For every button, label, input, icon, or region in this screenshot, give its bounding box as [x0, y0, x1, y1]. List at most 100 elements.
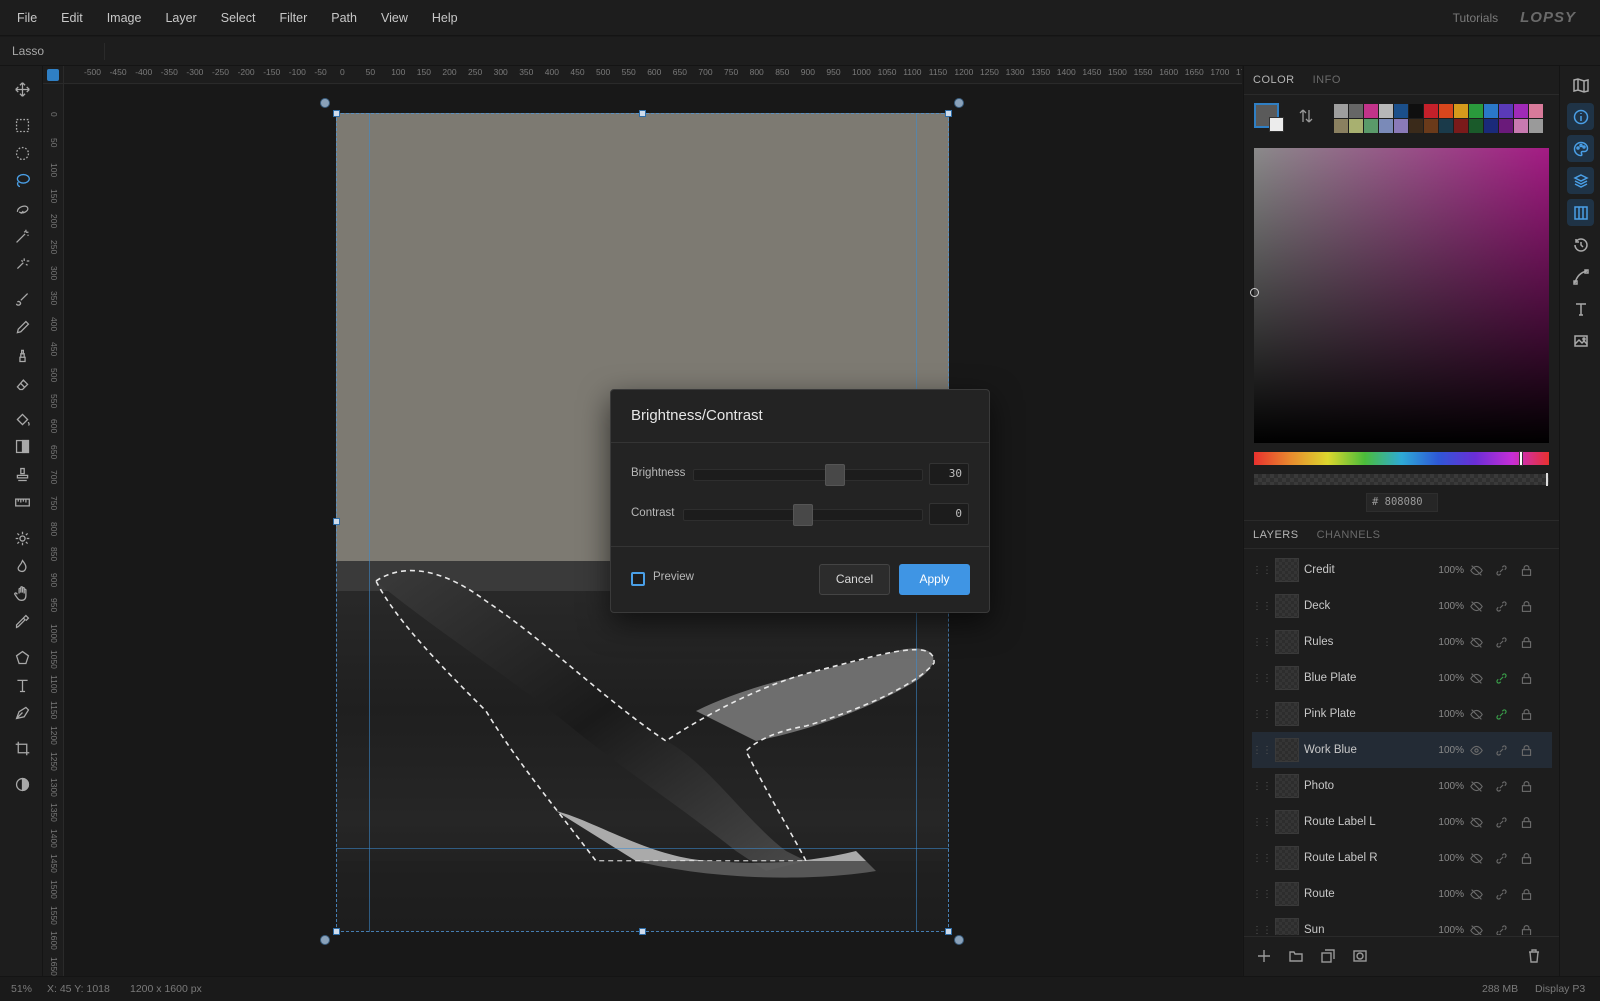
info-icon[interactable]	[1567, 103, 1594, 130]
color-swatch[interactable]	[1529, 119, 1543, 133]
color-swatch[interactable]	[1499, 119, 1513, 133]
layer-name[interactable]: Route Label L	[1304, 816, 1428, 828]
menu-path[interactable]: Path	[319, 0, 369, 36]
color-swatch[interactable]	[1364, 119, 1378, 133]
drag-handle-icon[interactable]: ⋮⋮	[1252, 817, 1272, 828]
map-icon[interactable]	[1567, 71, 1594, 98]
palette-icon[interactable]	[1567, 135, 1594, 162]
layer-row[interactable]: ⋮⋮ Photo 100%	[1252, 768, 1552, 804]
menu-file[interactable]: File	[0, 0, 49, 36]
eye-off-icon[interactable]	[1464, 672, 1489, 685]
layer-row[interactable]: ⋮⋮ Rules 100%	[1252, 624, 1552, 660]
layer-row[interactable]: ⋮⋮ Sun 100%	[1252, 912, 1552, 935]
transform-handle[interactable]	[945, 928, 952, 935]
brightness-slider[interactable]	[693, 464, 923, 486]
layer-row[interactable]: ⋮⋮ Route Label L 100%	[1252, 804, 1552, 840]
shape-icon[interactable]	[8, 644, 36, 670]
lock-icon[interactable]	[1514, 852, 1539, 865]
layer-name[interactable]: Photo	[1304, 780, 1428, 792]
ruler-icon[interactable]	[8, 489, 36, 515]
layer-name[interactable]: Work Blue	[1304, 744, 1428, 756]
clone-icon[interactable]	[8, 342, 36, 368]
color-swatch[interactable]	[1409, 119, 1423, 133]
tab-info[interactable]: INFO	[1304, 66, 1350, 94]
menu-layer[interactable]: Layer	[153, 0, 208, 36]
menu-edit[interactable]: Edit	[49, 0, 95, 36]
color-swatch[interactable]	[1499, 104, 1513, 118]
color-swatch[interactable]	[1484, 104, 1498, 118]
color-swatch[interactable]	[1514, 104, 1528, 118]
ruler-left[interactable]: 0 50 100 150 200 250 300 350 400 450 500 550 600 650 7…	[43, 84, 64, 976]
color-swatch[interactable]	[1424, 119, 1438, 133]
lock-icon[interactable]	[1514, 744, 1539, 757]
layer-name[interactable]: Route	[1304, 888, 1428, 900]
preview-checkbox[interactable]	[631, 572, 645, 586]
contrast-icon[interactable]	[8, 771, 36, 797]
transform-handle[interactable]	[333, 518, 340, 525]
color-picker-cursor[interactable]	[1250, 288, 1259, 297]
eye-off-icon[interactable]	[1464, 636, 1489, 649]
drag-handle-icon[interactable]: ⋮⋮	[1252, 637, 1272, 648]
duplicate-layer-icon[interactable]	[1320, 948, 1338, 966]
layer-opacity[interactable]: 100%	[1428, 925, 1464, 936]
color-swatch[interactable]	[1349, 104, 1363, 118]
color-swatch[interactable]	[1469, 119, 1483, 133]
brightness-slider-thumb[interactable]	[825, 464, 846, 486]
drag-handle-icon[interactable]: ⋮⋮	[1252, 565, 1272, 576]
ruler-top[interactable]: -500 -450 -400 -350 -300 -250 -200 -150 -100 -50 0…	[64, 66, 1242, 84]
menu-select[interactable]: Select	[209, 0, 268, 36]
link-icon[interactable]	[1489, 672, 1514, 685]
rotate-handle[interactable]	[954, 935, 964, 945]
bucket-icon[interactable]	[8, 406, 36, 432]
lock-icon[interactable]	[1514, 888, 1539, 901]
move-icon[interactable]	[8, 76, 36, 102]
crop-icon[interactable]	[8, 735, 36, 761]
pen-icon[interactable]	[8, 699, 36, 725]
color-swatch[interactable]	[1439, 104, 1453, 118]
rect-select-icon[interactable]	[8, 112, 36, 138]
tutorials-link[interactable]: Tutorials	[1453, 11, 1499, 25]
eye-off-icon[interactable]	[1464, 816, 1489, 829]
color-swatch[interactable]	[1394, 104, 1408, 118]
drag-handle-icon[interactable]: ⋮⋮	[1252, 781, 1272, 792]
tab-channels[interactable]: CHANNELS	[1308, 521, 1390, 548]
layer-name[interactable]: Sun	[1304, 924, 1428, 935]
layer-row[interactable]: ⋮⋮ Credit 100%	[1252, 552, 1552, 588]
contrast-slider[interactable]	[683, 504, 923, 526]
layer-row[interactable]: ⋮⋮ Blue Plate 100%	[1252, 660, 1552, 696]
eraser-icon[interactable]	[8, 370, 36, 396]
layer-opacity[interactable]: 100%	[1428, 565, 1464, 576]
preview-label[interactable]: Preview	[653, 571, 694, 583]
link-icon[interactable]	[1489, 636, 1514, 649]
eye-off-icon[interactable]	[1464, 780, 1489, 793]
hue-slider-thumb[interactable]	[1519, 451, 1523, 466]
transform-handle[interactable]	[639, 110, 646, 117]
gradient-icon[interactable]	[8, 433, 36, 459]
eye-icon[interactable]	[1464, 744, 1489, 757]
new-folder-icon[interactable]	[1288, 948, 1306, 966]
eye-off-icon[interactable]	[1464, 708, 1489, 721]
apply-button[interactable]: Apply	[899, 564, 970, 595]
character-icon[interactable]	[1567, 295, 1594, 322]
hand-icon[interactable]	[8, 580, 36, 606]
transform-handle[interactable]	[333, 110, 340, 117]
layer-row[interactable]: ⋮⋮ Route Label R 100%	[1252, 840, 1552, 876]
lock-icon[interactable]	[1514, 636, 1539, 649]
rotate-handle[interactable]	[954, 98, 964, 108]
transform-handle[interactable]	[945, 110, 952, 117]
burn-icon[interactable]	[8, 553, 36, 579]
menu-filter[interactable]: Filter	[267, 0, 319, 36]
layer-row[interactable]: ⋮⋮ Pink Plate 100%	[1252, 696, 1552, 732]
tab-color[interactable]: COLOR	[1244, 66, 1304, 94]
link-icon[interactable]	[1489, 744, 1514, 757]
lock-icon[interactable]	[1514, 672, 1539, 685]
color-swatch[interactable]	[1409, 104, 1423, 118]
brush-icon[interactable]	[8, 286, 36, 312]
link-icon[interactable]	[1489, 708, 1514, 721]
eye-off-icon[interactable]	[1464, 600, 1489, 613]
rotate-handle[interactable]	[320, 935, 330, 945]
drag-handle-icon[interactable]: ⋮⋮	[1252, 889, 1272, 900]
menu-view[interactable]: View	[369, 0, 420, 36]
transform-handle[interactable]	[333, 928, 340, 935]
color-swatch[interactable]	[1469, 104, 1483, 118]
